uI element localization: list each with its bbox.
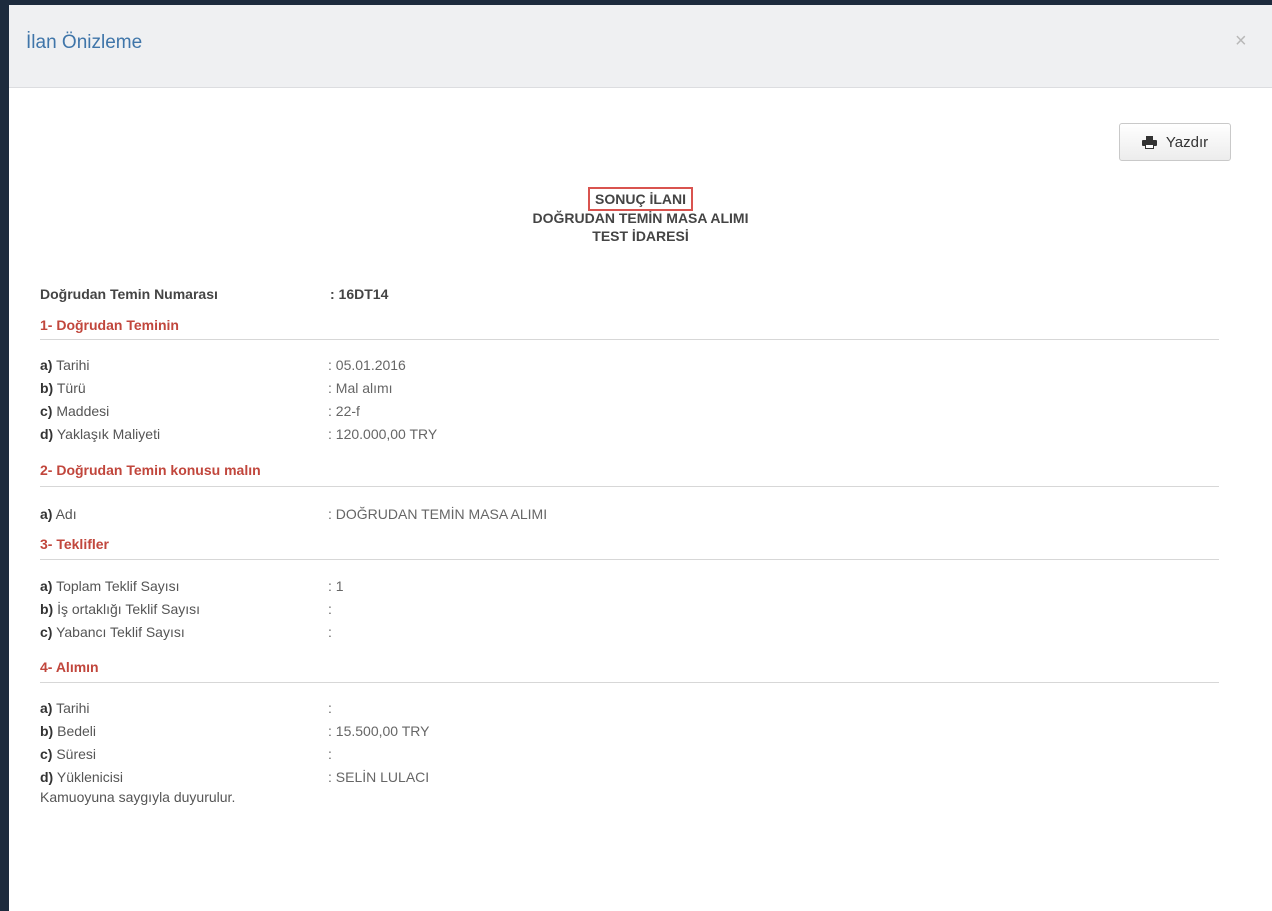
section-title: 3- Teklifler [40, 536, 109, 552]
temin-number-label: Doğrudan Temin Numarası [40, 286, 218, 302]
backdrop-left-edge [0, 5, 9, 911]
field-row: b) Türü [40, 380, 86, 396]
field-key: a) [40, 700, 53, 716]
field-value: : 1 [328, 578, 344, 594]
field-row: a) Toplam Teklif Sayısı [40, 578, 180, 594]
field-key: d) [40, 769, 54, 785]
field-label: Süresi [52, 746, 97, 762]
field-row: c) Süresi [40, 746, 96, 762]
section-title: 4- Alımın [40, 659, 99, 675]
section-divider [40, 682, 1219, 683]
field-row: b) Bedeli [40, 723, 96, 739]
section-divider [40, 339, 1219, 340]
modal-header: İlan Önizleme × [9, 5, 1272, 88]
section-divider [40, 559, 1219, 560]
field-key: c) [40, 746, 53, 762]
field-row: c) Maddesi [40, 403, 109, 419]
field-key: c) [40, 624, 53, 640]
field-label: Yabancı Teklif Sayısı [52, 624, 185, 640]
field-key: b) [40, 601, 54, 617]
field-value: : 120.000,00 TRY [328, 426, 438, 442]
field-label: Adı [52, 506, 77, 522]
document-type: SONUÇ İLANI [588, 187, 693, 211]
document-subject: DOĞRUDAN TEMİN MASA ALIMI [532, 210, 749, 226]
field-value: : [328, 601, 332, 617]
field-value: : DOĞRUDAN TEMİN MASA ALIMI [328, 506, 548, 522]
field-key: d) [40, 426, 54, 442]
field-label: Tarihi [52, 700, 90, 716]
section-title: 2- Doğrudan Temin konusu malın [40, 462, 261, 478]
print-button-label: Yazdır [1165, 133, 1209, 151]
field-row: c) Yabancı Teklif Sayısı [40, 624, 185, 640]
field-label: Toplam Teklif Sayısı [52, 578, 180, 594]
field-value: : [328, 624, 332, 640]
field-key: a) [40, 578, 53, 594]
field-value: : [328, 746, 332, 762]
field-row: a) Tarihi [40, 700, 90, 716]
field-label: Tarihi [52, 357, 90, 373]
document-header: SONUÇ İLANI [9, 187, 1272, 211]
field-label: Bedeli [53, 723, 97, 739]
field-label: Türü [53, 380, 86, 396]
field-row: a) Adı [40, 506, 77, 522]
close-icon[interactable]: × [1235, 31, 1247, 51]
field-row: b) İş ortaklığı Teklif Sayısı [40, 601, 200, 617]
modal-title: İlan Önizleme [26, 32, 143, 53]
preview-modal: İlan Önizleme × Yazdır SONUÇ İLANI DOĞRU… [9, 5, 1272, 911]
field-key: b) [40, 723, 54, 739]
temin-number-value: : 16DT14 [330, 286, 389, 302]
field-key: a) [40, 357, 53, 373]
field-value: : SELİN LULACI [328, 769, 430, 785]
field-row: d) Yaklaşık Maliyeti [40, 426, 160, 442]
document-authority: TEST İDARESİ [592, 228, 689, 244]
field-value: : [328, 700, 332, 716]
closing-note: Kamuoyuna saygıyla duyurulur. [40, 789, 236, 805]
field-label: Maddesi [52, 403, 110, 419]
field-label: Yaklaşık Maliyeti [53, 426, 161, 442]
printer-icon [1141, 135, 1157, 149]
field-row: a) Tarihi [40, 357, 90, 373]
field-key: a) [40, 506, 53, 522]
field-key: b) [40, 380, 54, 396]
section-divider [40, 486, 1219, 487]
field-value: : Mal alımı [328, 380, 393, 396]
section-title: 1- Doğrudan Teminin [40, 317, 179, 333]
field-value: : 22-f [328, 403, 360, 419]
field-value: : 05.01.2016 [328, 357, 406, 373]
field-row: d) Yüklenicisi [40, 769, 123, 785]
field-value: : 15.500,00 TRY [328, 723, 430, 739]
print-button[interactable]: Yazdır [1119, 123, 1231, 161]
field-key: c) [40, 403, 53, 419]
field-label: İş ortaklığı Teklif Sayısı [53, 601, 201, 617]
field-label: Yüklenicisi [53, 769, 123, 785]
